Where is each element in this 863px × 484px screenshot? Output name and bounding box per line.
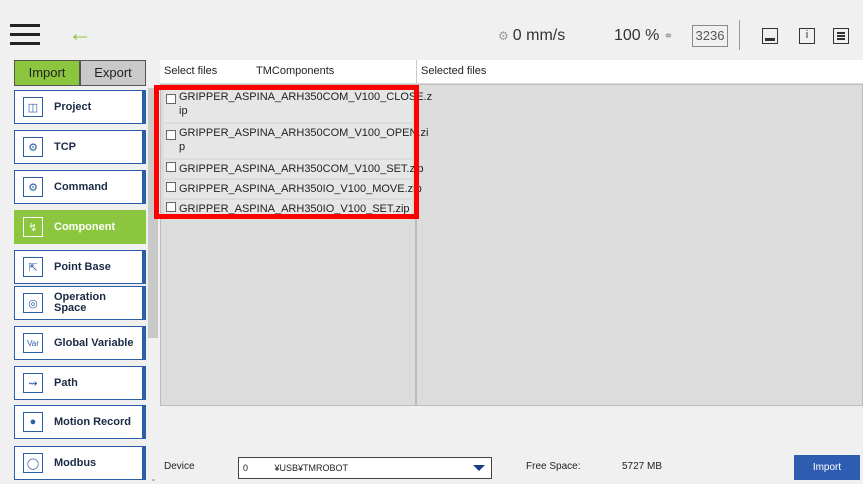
component-icon: ↯: [23, 217, 43, 237]
sidebar-scrollbar[interactable]: [148, 88, 158, 338]
selected-files-panel: [416, 84, 863, 406]
file-checkbox[interactable]: [166, 202, 176, 212]
top-bar: ← ⚙ 0 mm/s 100 % ⚭ 3236 i: [0, 0, 863, 58]
list-item[interactable]: GRIPPER_ASPINA_ARH350IO_V100_MOVE.zip: [164, 180, 422, 198]
tab-export[interactable]: Export: [80, 60, 146, 86]
app-window: ← ⚙ 0 mm/s 100 % ⚭ 3236 i Import Export …: [0, 0, 863, 484]
file-name: GRIPPER_ASPINA_ARH350IO_V100_SET.zip: [179, 203, 410, 215]
list-item[interactable]: GRIPPER_ASPINA_ARH350COM_V100_OPEN.zi p: [164, 124, 429, 158]
sidebar-item-label: Motion Record: [54, 415, 131, 428]
selected-files-label: Selected files: [421, 65, 487, 77]
path-icon: ⇝: [23, 373, 43, 393]
sidebar-item-modbus[interactable]: ◯ Modbus: [14, 446, 146, 480]
sidebar-item-label: Global Variable: [54, 336, 134, 349]
file-name-line1: GRIPPER_ASPINA_ARH350COM_V100_CLOSE.z: [179, 91, 433, 103]
sidebar-item-path[interactable]: ⇝ Path: [14, 366, 146, 400]
free-space-value: 5727 MB: [622, 461, 663, 472]
sidebar-item-label: TCP: [54, 140, 76, 153]
dropdown-arrow-icon: [473, 465, 485, 471]
status-counter: 3236: [692, 25, 728, 47]
info-icon[interactable]: i: [799, 28, 815, 44]
command-icon: ⚙: [23, 177, 43, 197]
select-files-label: Select files: [164, 65, 218, 77]
select-files-header: Select files TMComponents: [160, 60, 416, 84]
speed-percent: 100 %: [614, 27, 660, 44]
import-button[interactable]: Import: [794, 455, 860, 480]
speed-icon: ⚙: [498, 29, 509, 43]
list-item[interactable]: GRIPPER_ASPINA_ARH350COM_V100_CLOSE.z ip: [164, 88, 433, 122]
file-name: GRIPPER_ASPINA_ARH350IO_V100_MOVE.zip: [179, 183, 422, 195]
speed-readout: ⚙ 0 mm/s: [498, 26, 565, 46]
sidebar-item-label: Project: [54, 100, 92, 113]
log-icon[interactable]: [833, 28, 849, 44]
tcp-icon: ⚙: [23, 137, 43, 157]
back-arrow-icon[interactable]: ←: [68, 20, 92, 48]
file-checkbox[interactable]: [166, 94, 176, 104]
divider: [739, 20, 740, 50]
file-checkbox[interactable]: [166, 162, 176, 172]
point-base-icon: ⇱: [23, 257, 43, 277]
file-name-line2: ip: [179, 105, 188, 117]
sidebar-item-motion-record[interactable]: ● Motion Record: [14, 405, 146, 439]
motion-record-icon: ●: [23, 412, 43, 432]
speed-percent-readout: 100 % ⚭: [614, 26, 673, 46]
sidebar-item-component[interactable]: ↯ Component: [14, 210, 146, 244]
folder-label: TMComponents: [256, 65, 335, 77]
import-export-tabs: Import Export: [14, 60, 146, 86]
file-name-line2: p: [179, 141, 186, 153]
sidebar-item-label: Command: [54, 180, 108, 193]
sidebar-item-label: Point Base: [54, 260, 111, 273]
modbus-icon: ◯: [23, 453, 43, 473]
sidebar-item-command[interactable]: ⚙ Command: [14, 170, 146, 204]
sidebar-item-point-base[interactable]: ⇱ Point Base: [14, 250, 146, 284]
file-name: GRIPPER_ASPINA_ARH350COM_V100_SET.zip: [179, 163, 424, 175]
free-space-label: Free Space:: [526, 461, 581, 472]
sidebar-item-label: Component: [54, 220, 116, 233]
list-item[interactable]: GRIPPER_ASPINA_ARH350COM_V100_SET.zip: [164, 160, 424, 178]
display-icon[interactable]: [762, 28, 778, 44]
file-name-line1: GRIPPER_ASPINA_ARH350COM_V100_OPEN.zi: [179, 127, 429, 139]
selected-files-header: Selected files: [416, 60, 863, 84]
sidebar-item-operation-space[interactable]: ◎ Operation Space: [14, 286, 146, 320]
device-label: Device: [164, 461, 195, 472]
chevron-down-icon[interactable]: ⌄: [150, 474, 160, 483]
speed-value: 0 mm/s: [512, 27, 566, 44]
file-list: GRIPPER_ASPINA_ARH350COM_V100_CLOSE.z ip…: [164, 88, 433, 220]
sidebar-item-project[interactable]: ◫ Project: [14, 90, 146, 124]
sidebar-item-label: Path: [54, 376, 78, 389]
tab-import[interactable]: Import: [14, 60, 80, 86]
bottom-bar: Device 0 ¥USB¥TMROBOT Free Space: 5727 M…: [160, 455, 863, 480]
project-icon: ◫: [23, 97, 43, 117]
file-checkbox[interactable]: [166, 182, 176, 192]
global-variable-icon: Var: [23, 333, 43, 353]
list-item[interactable]: GRIPPER_ASPINA_ARH350IO_V100_SET.zip: [164, 200, 412, 218]
operation-space-icon: ◎: [23, 293, 43, 313]
device-path: ¥USB¥TMROBOT: [274, 463, 349, 473]
sidebar-item-label: Modbus: [54, 456, 97, 469]
device-select[interactable]: 0 ¥USB¥TMROBOT: [238, 457, 492, 479]
file-checkbox[interactable]: [166, 130, 176, 140]
network-icon: ⚭: [663, 29, 674, 43]
sidebar-item-label: Operation Space: [54, 291, 106, 314]
sidebar-item-global-variable[interactable]: Var Global Variable: [14, 326, 146, 360]
menu-icon[interactable]: [10, 24, 40, 46]
sidebar-item-tcp[interactable]: ⚙ TCP: [14, 130, 146, 164]
device-index: 0: [243, 463, 249, 473]
